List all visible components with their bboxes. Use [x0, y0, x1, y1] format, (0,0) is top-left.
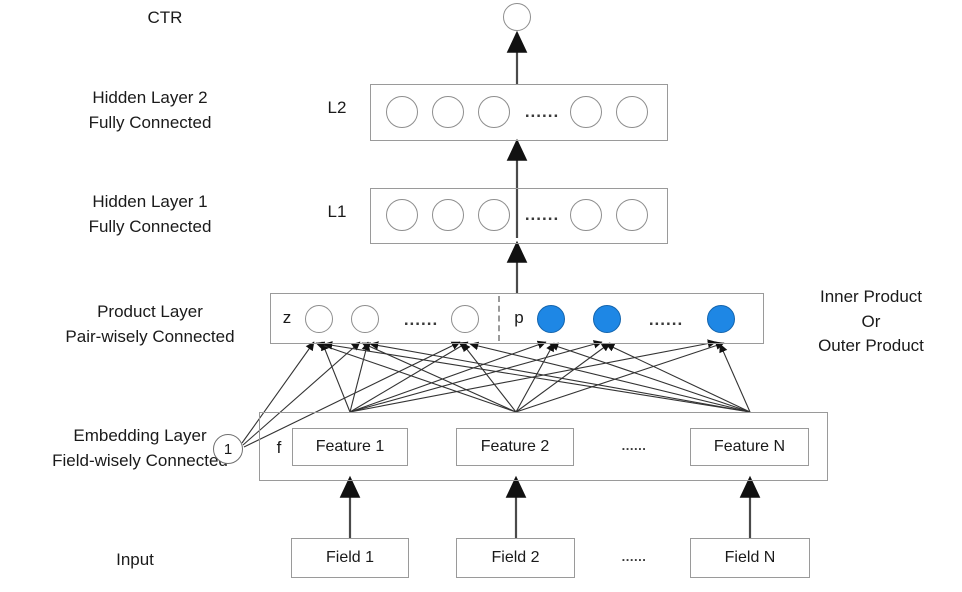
embedding-ellipsis: ...... — [621, 438, 647, 453]
l2-node-5 — [616, 96, 648, 128]
l1-node-5 — [616, 199, 648, 231]
l1-tag: L1 — [327, 202, 347, 221]
field-box-1: Field 1 — [291, 538, 409, 578]
l2-tag: L2 — [327, 98, 347, 117]
l2-ellipsis: ...... — [524, 102, 560, 121]
feature-box-1: Feature 1 — [292, 428, 408, 466]
product-p-node-3 — [707, 305, 735, 333]
product-layer-divider — [498, 296, 500, 341]
field-box-n: Field N — [690, 538, 810, 578]
product-p-node-1 — [537, 305, 565, 333]
product-z-node-3 — [451, 305, 479, 333]
l1-node-2 — [432, 199, 464, 231]
ctr-label: CTR — [147, 8, 183, 27]
input-ellipsis: ...... — [621, 549, 647, 564]
pnn-architecture-diagram: CTR Hidden Layer 2 Fully Connected L2 ..… — [0, 0, 962, 592]
l2-node-3 — [478, 96, 510, 128]
p-tag: p — [514, 308, 524, 327]
product-type-note: Inner Product Or Outer Product — [818, 287, 924, 356]
feature-box-n: Feature N — [690, 428, 809, 466]
hidden-layer-1-label: Hidden Layer 1 Fully Connected — [88, 192, 212, 236]
l2-node-1 — [386, 96, 418, 128]
l1-node-3 — [478, 199, 510, 231]
feature-box-2: Feature 2 — [456, 428, 574, 466]
l1-ellipsis: ...... — [524, 205, 560, 224]
f-tag: f — [276, 438, 282, 457]
product-layer-label: Product Layer Pair-wisely Connected — [65, 302, 235, 346]
product-z-node-1 — [305, 305, 333, 333]
l2-node-2 — [432, 96, 464, 128]
constant-one-node: 1 — [213, 434, 243, 464]
l2-node-4 — [570, 96, 602, 128]
field-box-2: Field 2 — [456, 538, 575, 578]
l1-node-1 — [386, 199, 418, 231]
product-p-ellipsis: ...... — [648, 310, 684, 329]
l1-node-4 — [570, 199, 602, 231]
hidden-layer-2-label: Hidden Layer 2 Fully Connected — [88, 88, 212, 132]
z-tag: z — [282, 308, 292, 327]
product-z-ellipsis: ...... — [403, 310, 439, 329]
product-z-node-2 — [351, 305, 379, 333]
ctr-output-node — [503, 3, 531, 31]
product-p-node-2 — [593, 305, 621, 333]
input-layer-label: Input — [116, 550, 154, 569]
